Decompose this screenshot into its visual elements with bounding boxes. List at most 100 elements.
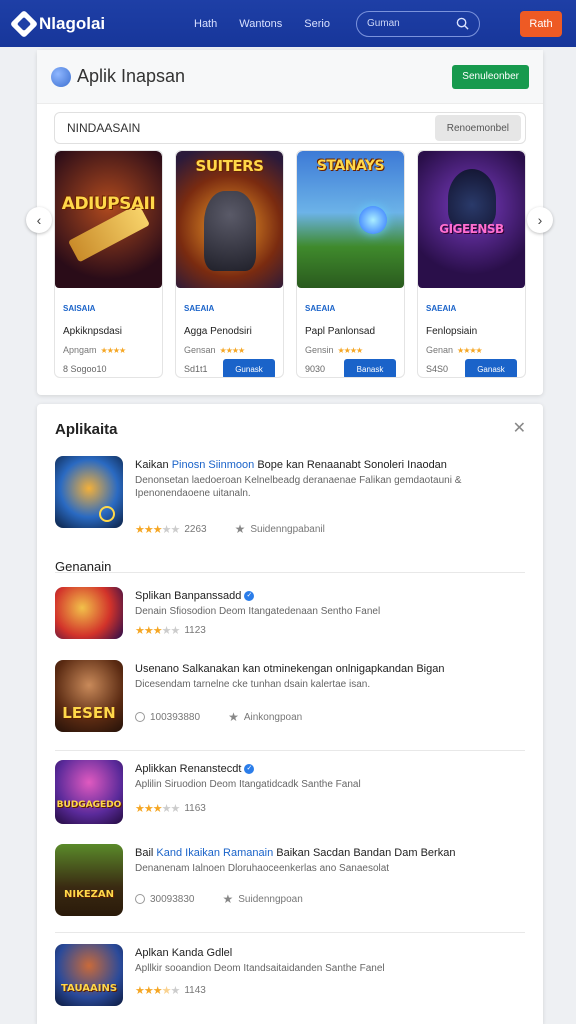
game-card[interactable]: GIGEENSB SAEAIA Fenlopsiain Genan ★★★★ S… (417, 150, 526, 378)
meta-extra: Suidenngpoan (238, 893, 303, 905)
game-card[interactable]: SUITERS SAEAIA Agga Penodsiri Gensan ★★★… (175, 150, 284, 378)
globe-icon (51, 66, 71, 87)
game-card[interactable]: STANAYS SAEAIA Papl Panlonsad Gensin ★★★… (296, 150, 405, 378)
title-part: Aplikkan Renanstecdt (135, 763, 242, 775)
app-icon (55, 456, 123, 528)
title-part: Bope kan Renaanabt Sonoleri Inaodan (257, 459, 447, 471)
game-name: Agga Penodsiri (184, 326, 252, 337)
list-item-description: Aplilin Siruodion Deom Itangatidcadk San… (135, 779, 361, 790)
game-sub: Genan (426, 345, 454, 355)
game-name: Fenlopsiain (426, 326, 478, 337)
divider (55, 932, 525, 933)
nav-link-1[interactable]: Hath (194, 18, 217, 30)
list-item[interactable]: TAUAAINS Aplkan Kanda Gdlel Apllkir sooa… (55, 944, 525, 1020)
game-sub-row: Gensan ★★★★ (184, 345, 275, 355)
title-highlight[interactable]: Kand Ikaikan Ramanain (156, 847, 273, 859)
download-button[interactable]: Ganask (465, 359, 517, 377)
download-button[interactable]: Gunask (223, 359, 275, 377)
list-item-meta: ★★★★★ 1123 (135, 624, 206, 637)
carousel-next-icon[interactable]: › (527, 207, 553, 233)
title-part: Usenano Salkanakan kan otminekengan onln… (135, 663, 445, 675)
featured-search-bar[interactable]: NINDAASAIN Renoemonbel (54, 112, 526, 144)
header-action-button[interactable]: Rath (520, 10, 562, 37)
featured-search-button[interactable]: Renoemonbel (434, 115, 521, 141)
star-rating-icon: ★★★★ (337, 345, 364, 355)
app-icon: NIKEZAN (55, 844, 123, 916)
game-carousel: ADIUPSAII SAISAIA Apkiknpsdasi Apngam ★★… (54, 150, 526, 380)
app-icon: LESEN (55, 660, 123, 732)
star-outline-icon: ★ (222, 892, 234, 906)
star-rating-icon: ★★★★★ (135, 523, 180, 536)
rating-count: 1143 (184, 985, 206, 996)
list-item-meta: 30093830 ★ Suidenngpoan (135, 892, 303, 906)
meta-extra: Suidenngpabanil (250, 523, 325, 535)
game-artwork: SUITERS (176, 151, 283, 288)
list-item-description: Denain Sfiosodion Deom Itangatedenaan Se… (135, 606, 381, 617)
list-item-title: Bail Kand Ikaikan Ramanain Baikan Sacdan… (135, 847, 455, 859)
meta-extra: Ainkongpoan (243, 711, 303, 723)
star-rating-icon: ★★★★ (457, 345, 483, 355)
carousel-prev-icon[interactable]: ‹ (26, 207, 52, 233)
title-part: Baikan Sacdan Bandan Dam Berkan (276, 847, 456, 859)
game-footer: 9030 Banask (305, 359, 396, 377)
rating-count: 1163 (184, 803, 206, 814)
star-outline-icon: ★ (228, 710, 239, 724)
game-sub-row: Apngam ★★★★ (63, 345, 154, 355)
list-item[interactable]: Kaikan Pinosn Siinmoon Bope kan Renaanab… (55, 456, 525, 536)
title-highlight[interactable]: Pinosn Siinmoon (172, 459, 255, 471)
app-icon-label: LESEN (62, 704, 116, 722)
list-item-description: Dicesendam tarnelne cke tunhan dsain kal… (135, 679, 371, 690)
list-item[interactable]: NIKEZAN Bail Kand Ikaikan Ramanain Baika… (55, 844, 525, 920)
game-artwork-title: STANAYS (316, 158, 385, 174)
star-rating-icon: ★★★★★ (135, 803, 180, 815)
game-artwork: GIGEENSB (418, 151, 525, 288)
download-button[interactable]: Banask (344, 359, 396, 377)
featured-title: Aplik Inapsan (51, 66, 185, 87)
rating-count: 2263 (184, 523, 207, 535)
app-icon: TAUAAINS (55, 944, 123, 1006)
list-item-title: Splikan Banpanssadd ✓ (135, 590, 255, 602)
game-footer-text: 8 Sogoo10 (63, 364, 107, 374)
search-input[interactable]: Guman (355, 10, 480, 37)
app-list-card: Aplikaita ✕ Kaikan Pinosn Siinmoon Bope … (37, 404, 543, 1024)
list-item[interactable]: Splikan Banpanssadd ✓ Denain Sfiosodion D… (55, 587, 525, 663)
featured-header: Aplik Inapsan Senuleonber (37, 50, 543, 104)
list-item-meta: ★★★★★ 1163 (135, 802, 206, 815)
game-sub: Apngam (63, 345, 97, 355)
download-count-icon (135, 894, 145, 904)
game-footer-text: S4S0 (426, 364, 449, 374)
game-sub: Gensin (305, 345, 334, 355)
star-rating-icon: ★★★★ (100, 345, 127, 355)
featured-apps-card: Aplik Inapsan Senuleonber NINDAASAIN Ren… (37, 50, 543, 395)
list-item-description: Apllkir sooandion Deom Itandsaitaidanden… (135, 963, 385, 974)
title-part: Splikan Banpanssadd (135, 590, 242, 602)
list-item-meta: 100393880 ★ Ainkongpoan (135, 710, 302, 724)
app-icon: BUDGAGEDO (55, 760, 123, 824)
game-tag: SAEAIA (305, 304, 336, 313)
list-item[interactable]: LESEN Usenano Salkanakan kan otminekenga… (55, 660, 525, 736)
app-icon-label: BUDGAGEDO (56, 800, 122, 810)
nav-link-3[interactable]: Serio (304, 18, 330, 30)
game-card[interactable]: ADIUPSAII SAISAIA Apkiknpsdasi Apngam ★★… (54, 150, 163, 378)
search-icon (456, 17, 469, 30)
game-name: Papl Panlonsad (305, 326, 376, 337)
top-navbar: Nlagolai Hath Wantons Serio Guman Rath (0, 0, 576, 47)
list-item-meta: ★★★★★ 2263 ★ Suidenngpabanil (135, 522, 325, 536)
download-count: 30093830 (150, 893, 195, 905)
game-sub: Gensan (184, 345, 216, 355)
nav-link-2[interactable]: Wantons (239, 18, 282, 30)
download-count: 100393880 (150, 711, 201, 723)
brand-logo[interactable]: Nlagolai (9, 9, 194, 38)
list-item-title: Aplkan Kanda Gdlel (135, 947, 232, 959)
close-icon[interactable]: ✕ (513, 418, 526, 438)
game-artwork: STANAYS (297, 151, 404, 288)
verified-icon: ✓ (244, 764, 255, 775)
game-footer: S4S0 Ganask (426, 359, 517, 377)
list-item[interactable]: BUDGAGEDO Aplikkan Renanstecdt ✓ Aplilin … (55, 760, 525, 836)
title-part: Aplkan Kanda Gdlel (135, 947, 233, 959)
app-icon (55, 587, 123, 639)
featured-search-label: NINDAASAIN (67, 121, 141, 135)
game-sub-row: Gensin ★★★★ (305, 345, 396, 355)
list-title: Aplikaita (55, 421, 118, 438)
featured-action-button[interactable]: Senuleonber (452, 64, 529, 89)
